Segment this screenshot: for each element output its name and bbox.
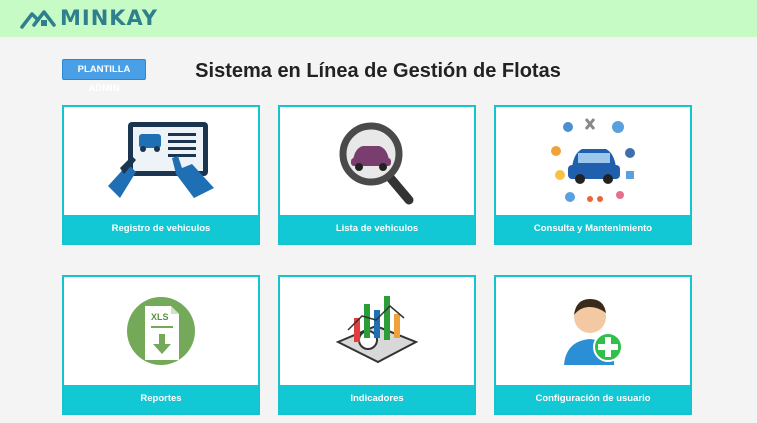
card-reportes[interactable]: XLS Reportes xyxy=(62,275,260,415)
magnifier-car-icon xyxy=(280,107,474,215)
house-logo-icon xyxy=(20,7,56,29)
card-label: Lista de vehiculos xyxy=(280,215,474,243)
brand-logo[interactable]: MINKAY xyxy=(20,6,158,30)
brand-name: MINKAY xyxy=(60,6,159,30)
page-title: Sistema en Línea de Gestión de Flotas xyxy=(195,60,561,82)
tablet-car-icon xyxy=(64,107,258,215)
svg-text:XLS: XLS xyxy=(151,312,169,322)
card-label: Reportes xyxy=(64,385,258,413)
card-label: Consulta y Mantenimiento xyxy=(496,215,690,243)
xls-report-icon: XLS xyxy=(64,277,258,385)
card-consulta-mantenimiento[interactable]: Consulta y Mantenimiento xyxy=(494,105,692,245)
card-registro-vehiculos[interactable]: Registro de vehiculos xyxy=(62,105,260,245)
top-bar: MINKAY xyxy=(0,0,757,37)
add-user-icon xyxy=(496,277,690,385)
admin-template-button[interactable]: PLANTILLA ADMIN xyxy=(62,59,146,94)
card-label: Indicadores xyxy=(280,385,474,413)
card-indicadores[interactable]: Indicadores xyxy=(278,275,476,415)
car-maintenance-icon xyxy=(496,107,690,215)
card-configuracion-usuario[interactable]: Configuración de usuario xyxy=(494,275,692,415)
card-label: Configuración de usuario xyxy=(496,385,690,413)
card-label: Registro de vehiculos xyxy=(64,215,258,243)
bar-chart-icon xyxy=(280,277,474,385)
card-lista-vehiculos[interactable]: Lista de vehiculos xyxy=(278,105,476,245)
